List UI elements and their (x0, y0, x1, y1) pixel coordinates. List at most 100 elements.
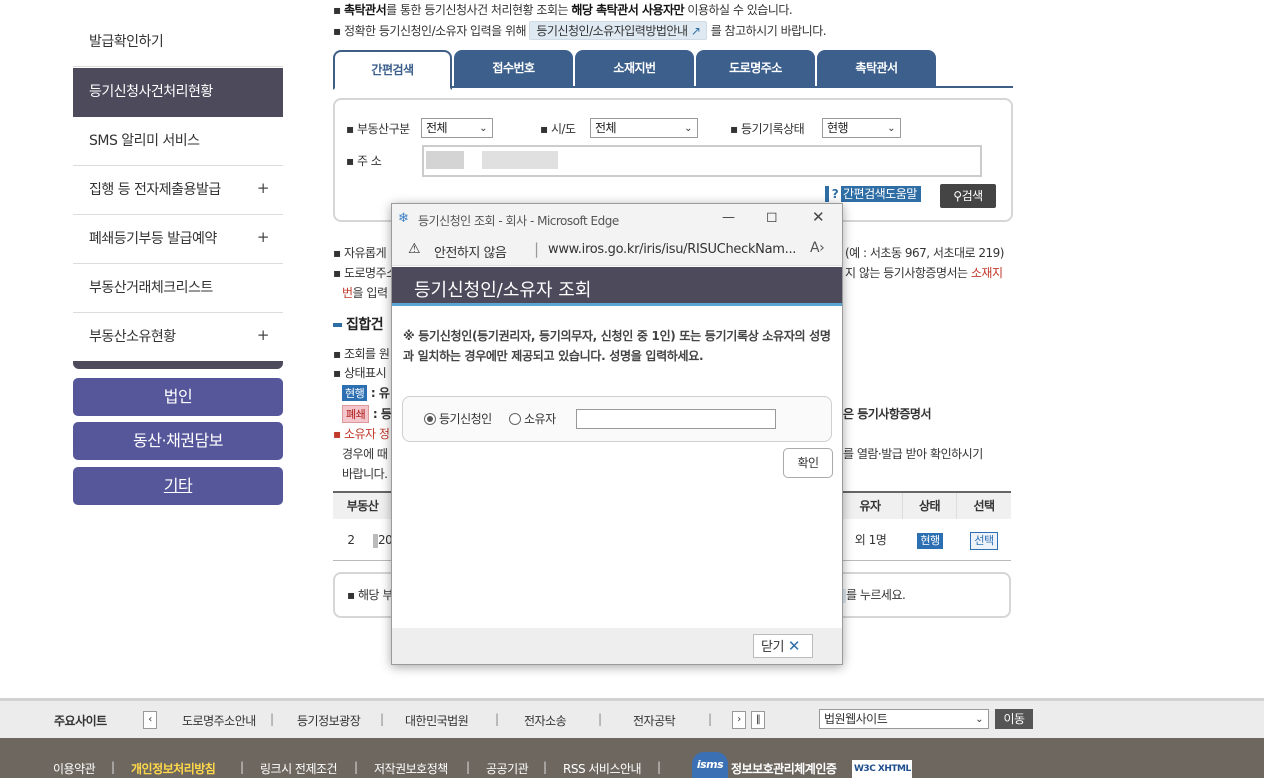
owner-note: ▪ 소유자 정 (333, 427, 390, 441)
sidebar-item-closed-reservation[interactable]: 폐쇄등기부등 발급예약 + (73, 215, 283, 264)
read-aloud-icon[interactable]: A› (810, 240, 825, 256)
site-link[interactable]: 대한민국법원 (405, 712, 469, 729)
closed-note-tail: 은 등기사항증명서 (843, 407, 932, 421)
sidebar-item-issue-check[interactable]: 발급확인하기 (73, 18, 283, 67)
row-owner: 외 1명 (854, 533, 887, 547)
free-input-example: (예 : 서초동 967, 서초대로 219) (845, 246, 1004, 260)
table-header-select: 선택 (957, 493, 1011, 519)
road-address-note: ▪ 도로명주소 (333, 266, 397, 280)
radio-applicant[interactable] (424, 413, 436, 425)
radio-owner[interactable] (509, 413, 521, 425)
name-input[interactable] (576, 409, 776, 429)
address-label: ▪ 주 소 (346, 154, 382, 168)
insecure-label: 안전하지 않음 (434, 246, 507, 261)
question-icon: ? (829, 186, 841, 202)
row-status: 현행 (903, 519, 957, 561)
record-status-label: ▪ 등기기록상태 (730, 122, 805, 136)
redacted-text (426, 151, 464, 169)
chevron-down-icon: ⌄ (887, 123, 895, 134)
popup-window-title: 등기신청인 조회 - 회사 - Microsoft Edge (418, 214, 619, 228)
status-badge: 현행 (342, 385, 368, 401)
owner-note-line3: 바랍니다. (342, 467, 388, 481)
city-select[interactable]: 전체 ⌄ (590, 118, 698, 138)
tab-commissioning-office[interactable]: 촉탁관서 (817, 50, 936, 88)
popup-title-bar: ❄ 등기신청인 조회 - 회사 - Microsoft Edge — ◻ ✕ (392, 204, 842, 234)
road-address-note-line2: 번을 입력 (342, 286, 388, 300)
section-title-collective: 집합건 (333, 314, 384, 334)
plus-icon: + (256, 228, 270, 246)
sidebar-item-case-status[interactable]: 등기신청사건처리현황 (73, 68, 283, 117)
tab-lot-number[interactable]: 소재지번 (575, 50, 694, 88)
minimize-icon[interactable]: — (722, 210, 735, 225)
sidebar-item-checklist[interactable]: 부동산거래체크리스트 (73, 264, 283, 313)
site-link[interactable]: 전자공탁 (633, 712, 676, 729)
status-current-note: 현행 : 유 (342, 384, 390, 401)
chevron-down-icon: ⌄ (684, 123, 692, 134)
bottom-note-tail: 를 누르세요. (832, 586, 906, 603)
address-input[interactable] (422, 145, 982, 177)
tab-receipt-number[interactable]: 접수번호 (454, 50, 573, 88)
site-link[interactable]: 전자소송 (524, 712, 567, 729)
external-link-icon: ↗ (690, 24, 701, 38)
tab-simple-search[interactable]: 간편검색 (333, 50, 452, 90)
rss-link[interactable]: RSS 서비스안내 (563, 760, 642, 777)
movable-property-button[interactable]: 동산·채권담보 (73, 422, 283, 460)
corporation-button[interactable]: 법인 (73, 378, 283, 416)
copyright-link[interactable]: 저작권보호정책 (374, 760, 448, 777)
notice-line-1: ▪ 촉탁관서를 통한 등기신청사건 처리현황 조회는 해당 촉탁관서 사용자만 … (333, 3, 793, 17)
search-icon: ⚲ (953, 189, 962, 203)
select-button[interactable]: 선택 (970, 532, 998, 550)
input-guide-link[interactable]: 등기신청인/소유자입력방법안내 ↗ (529, 21, 708, 40)
status-closed-note: 폐쇄 : 등 (342, 405, 392, 423)
footer-links-bar: 이용약관 | 개인정보처리방침 | 링크시 전제조건 | 저작권보호정책 | 공… (0, 738, 1264, 778)
bullet-icon (333, 323, 342, 327)
page-favicon-icon: ❄ (398, 211, 409, 226)
record-status-select[interactable]: 현행 ⌄ (822, 118, 901, 138)
isms-logo-icon: isms (692, 752, 728, 778)
owner-note-line2: 경우에 때 (342, 447, 388, 461)
popup-heading: 등기신청인/소유자 조회 (414, 280, 592, 301)
popup-footer: 닫기 ✕ (392, 628, 842, 664)
sidebar-item-ownership[interactable]: 부동산소유현황 + (73, 313, 283, 362)
property-type-select[interactable]: 전체 ⌄ (421, 118, 493, 138)
prev-arrow-icon[interactable]: ‹ (143, 711, 157, 729)
site-link[interactable]: 도로명주소안내 (182, 712, 256, 729)
notice-line-2: ▪ 정확한 등기신청인/소유자 입력을 위해 등기신청인/소유자입력방법안내 ↗… (333, 21, 827, 40)
go-button[interactable]: 이동 (995, 709, 1033, 729)
radio-owner-label: 소유자 (524, 412, 556, 426)
court-site-select[interactable]: 법원웹사이트 ⌄ (819, 709, 989, 729)
warning-icon: ⚠ (408, 241, 421, 257)
popup-address-bar: ⚠ 안전하지 않음 | www.iros.go.kr/iris/isu/RISU… (392, 234, 842, 266)
confirm-button[interactable]: 확인 (783, 448, 833, 478)
simple-search-help-link[interactable]: ? 간편검색도움말 (825, 186, 921, 202)
next-arrow-icon[interactable]: › (732, 711, 746, 729)
applicant-lookup-popup: ❄ 등기신청인 조회 - 회사 - Microsoft Edge — ◻ ✕ ⚠… (391, 203, 843, 665)
other-button[interactable]: 기타 (73, 467, 283, 505)
public-agency-link[interactable]: 공공기관 (486, 760, 529, 777)
search-button[interactable]: ⚲검색 (940, 184, 996, 208)
close-button[interactable]: 닫기 ✕ (753, 634, 813, 658)
privacy-policy-link[interactable]: 개인정보처리방침 (131, 760, 216, 777)
sidebar-item-e-submission[interactable]: 집행 등 전자제출용발급 + (73, 166, 283, 215)
table-header-owner: 유자 (838, 493, 903, 519)
terms-link[interactable]: 이용약관 (53, 760, 96, 777)
property-type-label: ▪ 부동산구분 (346, 122, 410, 136)
site-link[interactable]: 등기정보광장 (297, 712, 361, 729)
link-conditions-link[interactable]: 링크시 전제조건 (260, 760, 338, 777)
close-icon[interactable]: ✕ (812, 208, 825, 226)
maximize-icon[interactable]: ◻ (766, 209, 778, 225)
row-address: 20 (373, 519, 393, 561)
pause-icon[interactable]: ‖ (751, 711, 765, 729)
table-header-status: 상태 (903, 493, 957, 519)
view-note: ▪ 조회를 원 (333, 347, 390, 361)
row-number: 2 (347, 533, 355, 547)
sites-label: 주요사이트 (54, 714, 107, 728)
popup-notice: ※ 등기신청인(등기권리자, 등기의무자, 신청인 중 1인) 또는 등기기록상… (403, 329, 831, 363)
tab-road-address[interactable]: 도로명주소 (696, 50, 815, 88)
w3c-xhtml-badge-icon: W3C XHTML 1.0 (852, 760, 912, 778)
popup-url[interactable]: www.iros.go.kr/iris/isu/RISUCheckNam... (548, 242, 796, 257)
owner-note-tail: 를 열람·발급 받아 확인하시기 (843, 447, 983, 461)
sidebar-item-sms[interactable]: SMS 알리미 서비스 (73, 117, 283, 166)
close-icon: ✕ (787, 637, 801, 655)
popup-header: 등기신청인/소유자 조회 (392, 267, 842, 306)
